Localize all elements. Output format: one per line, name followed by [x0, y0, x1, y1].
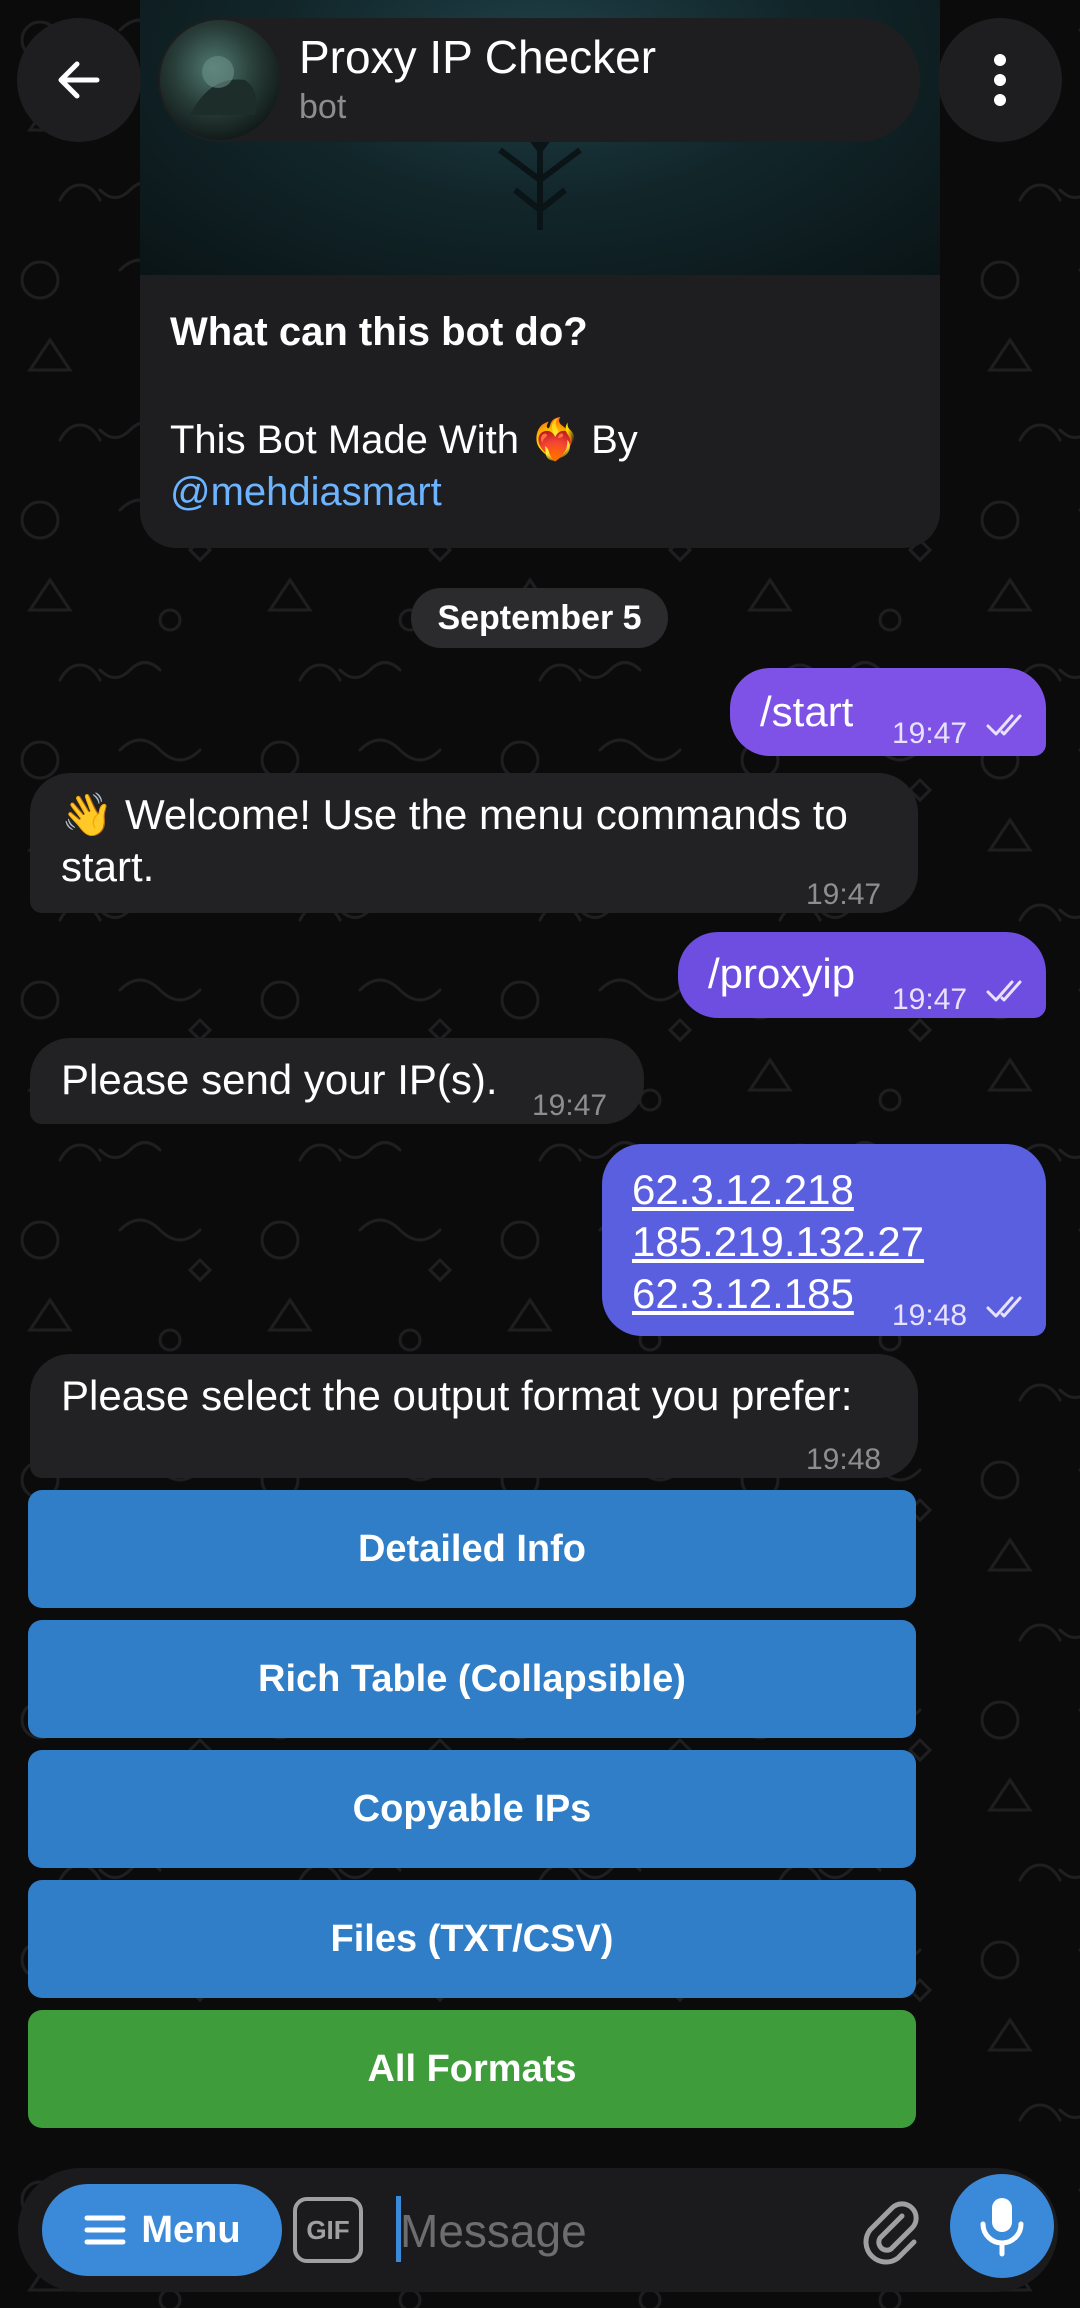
message-text: Please select the output format you pref… — [61, 1372, 853, 1419]
message-text: /start — [760, 688, 854, 735]
keyboard-button-rich-table[interactable]: Rich Table (Collapsible) — [28, 1620, 916, 1738]
message-time: 19:47 — [892, 717, 968, 750]
intro-body: This Bot Made With ❤️‍🔥 By @mehdiasmart — [170, 414, 638, 518]
chat-subtitle: bot — [299, 88, 347, 126]
message-incoming[interactable]: Please select the output format you pref… — [30, 1354, 918, 1478]
more-vertical-icon — [994, 54, 1006, 106]
message-time: 19:47 — [892, 983, 968, 1016]
back-button[interactable] — [17, 18, 141, 142]
message-incoming[interactable]: Please send your IP(s). 19:47 — [30, 1038, 644, 1124]
message-text-line2: start. — [61, 843, 155, 890]
message-time: 19:47 — [532, 1089, 608, 1122]
microphone-icon — [980, 2198, 1024, 2257]
read-check-icon — [986, 714, 1022, 736]
ip-link[interactable]: 62.3.12.185 — [632, 1268, 924, 1320]
message-outgoing[interactable]: 62.3.12.218 185.219.132.27 62.3.12.185 1… — [602, 1144, 1046, 1336]
message-time: 19:48 — [892, 1299, 968, 1332]
microphone-button[interactable] — [950, 2174, 1054, 2278]
keyboard-button-copyable-ips[interactable]: Copyable IPs — [28, 1750, 916, 1868]
message-time: 19:48 — [806, 1443, 882, 1476]
message-text: Please send your IP(s). — [61, 1056, 498, 1103]
intro-author-link[interactable]: @mehdiasmart — [170, 470, 442, 514]
keyboard-button-detailed-info[interactable]: Detailed Info — [28, 1490, 916, 1608]
read-check-icon — [986, 980, 1022, 1002]
message-text: /proxyip — [708, 950, 856, 997]
chat-title: Proxy IP Checker — [299, 31, 657, 83]
message-incoming[interactable]: 👋 Welcome! Use the menu commands to star… — [30, 773, 918, 913]
menu-button-label: Menu — [141, 2208, 241, 2251]
bot-menu-button[interactable]: Menu — [42, 2184, 282, 2276]
hamburger-icon — [84, 2215, 126, 2245]
more-options-button[interactable] — [938, 18, 1062, 142]
message-input[interactable] — [398, 2190, 822, 2272]
ip-link[interactable]: 185.219.132.27 — [632, 1216, 924, 1268]
message-outgoing[interactable]: /proxyip 19:47 — [678, 932, 1046, 1018]
avatar-art — [190, 56, 257, 115]
message-composer: Menu GIF — [18, 2168, 1058, 2292]
intro-heading: What can this bot do? — [170, 310, 588, 354]
chat-title-bar[interactable]: Proxy IP Checker bot — [158, 18, 920, 142]
message-outgoing[interactable]: /start 19:47 — [730, 668, 1046, 756]
ip-link[interactable]: 62.3.12.218 — [632, 1164, 924, 1216]
message-time: 19:47 — [806, 878, 882, 911]
message-text-line1: 👋 Welcome! Use the menu commands to — [61, 791, 848, 838]
intro-body-suffix: By — [591, 418, 638, 462]
bot-avatar[interactable] — [160, 20, 280, 140]
gif-icon[interactable]: GIF — [293, 2197, 363, 2263]
keyboard-button-all-formats[interactable]: All Formats — [28, 2010, 916, 2128]
ip-list: 62.3.12.218 185.219.132.27 62.3.12.185 — [632, 1164, 924, 1320]
intro-body-prefix: This Bot Made With — [170, 418, 520, 462]
keyboard-button-files[interactable]: Files (TXT/CSV) — [28, 1880, 916, 1998]
arrow-left-icon — [58, 61, 100, 99]
heart-on-fire-emoji: ❤️‍🔥 — [530, 418, 580, 462]
date-separator: September 5 — [411, 588, 668, 648]
read-check-icon — [986, 1296, 1022, 1318]
paperclip-icon[interactable] — [850, 2190, 930, 2270]
